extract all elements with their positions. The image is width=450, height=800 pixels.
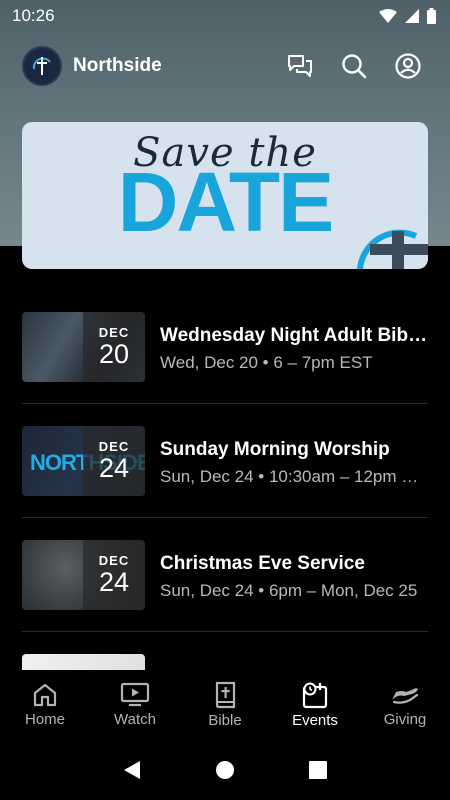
calendar-event-icon [302, 682, 328, 709]
header-actions [280, 46, 428, 86]
date-day: 24 [98, 567, 130, 598]
battery-icon [427, 8, 436, 24]
event-thumbnail: DEC 20 [22, 312, 145, 382]
tv-play-icon [120, 682, 150, 707]
profile-button[interactable] [388, 46, 428, 86]
cell-signal-icon [405, 9, 419, 23]
nav-giving[interactable]: Giving [360, 670, 450, 740]
banner-cross-graphic [357, 229, 428, 269]
event-title: Wednesday Night Adult Bible Study [160, 325, 428, 346]
church-name: Northside [73, 55, 162, 76]
status-time: 10:26 [12, 6, 55, 25]
search-button[interactable] [334, 46, 374, 86]
home-icon [33, 683, 57, 707]
event-thumbnail: NORTHSIDE DEC 24 [22, 426, 145, 496]
nav-label: Home [24, 711, 65, 728]
cross-logo-icon [32, 57, 51, 75]
nav-label: Giving [383, 711, 427, 728]
event-title: Sunday Morning Worship [160, 439, 390, 460]
event-item[interactable]: DEC 20 Wednesday Night Adult Bible Study… [22, 290, 428, 404]
date-day: 20 [98, 339, 130, 370]
date-badge: DEC 24 [83, 540, 145, 610]
church-logo[interactable] [22, 46, 62, 86]
nav-watch[interactable]: Watch [90, 670, 180, 740]
chat-bubbles-icon [288, 55, 312, 77]
event-time: Wed, Dec 20 • 6 – 7pm EST [160, 353, 373, 372]
search-icon [342, 54, 367, 79]
event-thumbnail: DEC 24 [22, 540, 145, 610]
nav-label: Events [292, 712, 338, 729]
save-the-date-banner[interactable]: Save the DATE [22, 122, 428, 269]
wifi-icon [379, 9, 397, 23]
status-bar: 10:26 [0, 0, 450, 32]
messages-button[interactable] [280, 46, 320, 86]
date-month: DEC [98, 439, 130, 455]
event-item[interactable]: NORTHSIDE DEC 24 Sunday Morning Worship … [22, 404, 428, 518]
nav-label: Watch [114, 711, 156, 728]
date-day: 24 [98, 453, 130, 484]
nav-bible[interactable]: Bible [180, 670, 270, 740]
nav-events[interactable]: Events [270, 670, 360, 740]
date-badge: DEC 20 [83, 312, 145, 382]
date-month: DEC [98, 553, 130, 569]
giving-hand-icon [392, 688, 419, 704]
date-month: DEC [98, 325, 130, 341]
bottom-navigation: Home Watch Bible Events Giving [0, 670, 450, 740]
nav-home[interactable]: Home [0, 670, 90, 740]
event-time: Sun, Dec 24 • 10:30am – 12pm EST [160, 467, 428, 486]
app-header: Northside [0, 40, 450, 92]
date-badge: DEC 24 [83, 426, 145, 496]
system-navigation-bar [0, 740, 450, 800]
account-icon [395, 53, 421, 79]
event-item[interactable]: DEC 24 Christmas Eve Service Sun, Dec 24… [22, 518, 428, 632]
status-icons [379, 8, 436, 24]
home-circle-icon[interactable] [215, 760, 235, 780]
event-time: Sun, Dec 24 • 6pm – Mon, Dec 25 [160, 581, 418, 600]
event-title: Christmas Eve Service [160, 553, 365, 574]
nav-label: Bible [208, 712, 242, 729]
recents-square-icon[interactable] [308, 760, 328, 780]
bible-icon [215, 681, 236, 709]
back-triangle-icon[interactable] [122, 760, 142, 780]
